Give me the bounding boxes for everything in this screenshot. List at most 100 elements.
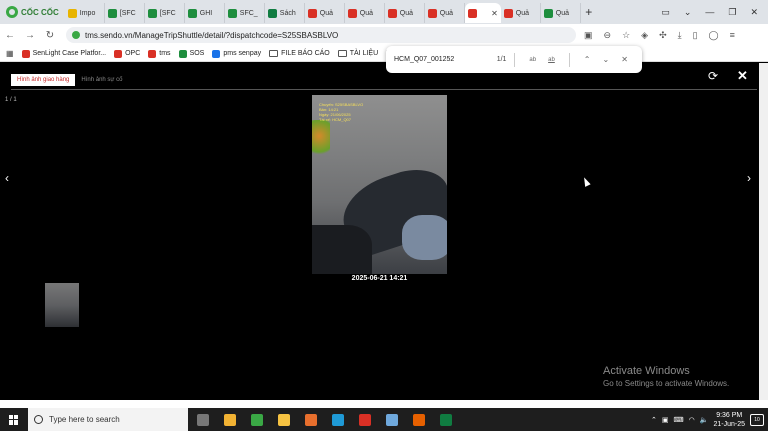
whole-word-toggle[interactable]: ab bbox=[542, 57, 561, 63]
apps-grid-icon[interactable]: ▦ bbox=[6, 49, 14, 58]
address-row: ← → ↻ tms.sendo.vn/ManageTripShuttle/det… bbox=[0, 24, 768, 46]
viewer-tab-divider bbox=[11, 89, 757, 90]
new-tab-button[interactable]: + bbox=[581, 5, 597, 19]
tab-incident-images[interactable]: Hình ảnh sự cố bbox=[75, 74, 128, 86]
tab-label: Quả bbox=[319, 9, 334, 17]
bookmark-favicon-icon bbox=[21, 49, 30, 58]
url-text[interactable]: tms.sendo.vn/ManageTripShuttle/detail/?d… bbox=[85, 31, 338, 40]
find-next-button[interactable]: ⌄ bbox=[597, 55, 616, 64]
download-icon[interactable]: ⤓ bbox=[678, 30, 682, 41]
keyboard-icon[interactable]: ⌨ bbox=[674, 416, 684, 424]
browser-tab[interactable]: ✕ bbox=[464, 3, 501, 23]
restore-button[interactable]: ❐ bbox=[728, 7, 736, 18]
chrome-icon[interactable] bbox=[356, 411, 374, 429]
tab-close-icon[interactable]: ✕ bbox=[491, 9, 498, 18]
zoom-icon[interactable]: ⊖ bbox=[604, 30, 612, 41]
find-close-button[interactable]: ✕ bbox=[615, 55, 634, 64]
sticky-notes-icon[interactable] bbox=[275, 411, 293, 429]
bookmark-label: FILE BÁO CÁO bbox=[281, 50, 330, 57]
bookmark-item[interactable]: SOS bbox=[178, 49, 205, 58]
bookmark-item[interactable]: TÀI LIỆU bbox=[337, 50, 379, 58]
bookmark-item[interactable]: SenLight Case Platfor... bbox=[21, 49, 107, 58]
find-input[interactable]: HCM_Q07_001252 bbox=[394, 56, 488, 63]
page-scrollbar[interactable] bbox=[759, 63, 768, 400]
address-bar[interactable]: tms.sendo.vn/ManageTripShuttle/detail/?d… bbox=[66, 27, 576, 43]
notepad-icon[interactable] bbox=[383, 411, 401, 429]
browser-tab[interactable]: SFC_ bbox=[225, 3, 265, 23]
watermark-subtitle: Go to Settings to activate Windows. bbox=[603, 379, 730, 388]
find-divider bbox=[568, 52, 570, 67]
minimize-button[interactable]: — bbox=[705, 7, 714, 17]
bookmark-item[interactable]: pms senpay bbox=[212, 49, 261, 58]
clock[interactable]: 9:36 PM 21-Jun-25 bbox=[713, 411, 745, 429]
app-icon[interactable] bbox=[302, 411, 320, 429]
bookmark-label: SenLight Case Platfor... bbox=[32, 50, 107, 57]
tab-search-icon[interactable]: ⌄ bbox=[684, 7, 692, 18]
site-info-icon[interactable] bbox=[72, 31, 80, 39]
excel-icon[interactable] bbox=[437, 411, 455, 429]
next-image-icon[interactable]: › bbox=[747, 171, 751, 185]
find-prev-button[interactable]: ⌃ bbox=[578, 55, 597, 64]
browser-tab[interactable]: Quả bbox=[385, 3, 425, 23]
notification-icon[interactable]: 10 bbox=[750, 413, 764, 426]
match-case-toggle[interactable]: ab bbox=[523, 57, 542, 63]
window-close-button[interactable]: ✕ bbox=[750, 7, 758, 18]
viewer-close-icon[interactable]: ✕ bbox=[737, 68, 748, 84]
browser-tab[interactable]: Impo bbox=[65, 3, 105, 23]
file-explorer-icon[interactable] bbox=[221, 411, 239, 429]
coccoc-logo-icon bbox=[6, 6, 18, 18]
menu-icon[interactable]: ≡ bbox=[730, 30, 735, 40]
browser-tab[interactable]: Quả bbox=[305, 3, 345, 23]
bookmark-label: OPC bbox=[125, 50, 141, 57]
back-button[interactable]: ← bbox=[0, 30, 20, 41]
viewer-tabs: Hình ảnh giao hàng Hình ảnh sự cố bbox=[11, 74, 128, 86]
browser-tab[interactable]: Quả bbox=[425, 3, 465, 23]
browser-tab[interactable]: [SFC bbox=[145, 3, 185, 23]
browser-brand[interactable]: CỐC CỐC bbox=[0, 0, 65, 24]
browser-tab[interactable]: [SFC bbox=[105, 3, 145, 23]
taskbar-search[interactable]: Type here to search bbox=[28, 408, 188, 431]
task-view-icon[interactable] bbox=[194, 411, 212, 429]
mouse-cursor-icon bbox=[581, 176, 591, 187]
volume-icon[interactable]: 🔈 bbox=[700, 416, 709, 424]
bookmark-item[interactable]: OPC bbox=[114, 49, 141, 58]
edge-icon[interactable] bbox=[329, 411, 347, 429]
start-button[interactable] bbox=[0, 414, 28, 425]
browser-tab[interactable]: Quả bbox=[541, 3, 581, 23]
profile-icon[interactable]: ◯ bbox=[709, 30, 719, 41]
bookmark-label: TÀI LIỆU bbox=[349, 50, 379, 57]
tab-label: Quả bbox=[399, 9, 414, 17]
tab-favicon-icon bbox=[307, 8, 317, 18]
browser-tab[interactable]: GHI bbox=[185, 3, 225, 23]
coccoc-icon[interactable] bbox=[248, 411, 266, 429]
tab-favicon-icon bbox=[267, 8, 277, 18]
prev-image-icon[interactable]: ‹ bbox=[5, 171, 9, 185]
extensions-icon[interactable]: ✣ bbox=[659, 30, 667, 41]
photo-thumbnail[interactable] bbox=[45, 283, 79, 327]
sidebar-icon[interactable]: ▯ bbox=[693, 30, 698, 41]
watermark-title: Activate Windows bbox=[603, 365, 690, 377]
bookmark-star-icon[interactable]: ☆ bbox=[622, 30, 630, 41]
reload-button[interactable]: ↻ bbox=[40, 30, 60, 41]
bookmark-label: SOS bbox=[189, 50, 205, 57]
delivery-photo[interactable]: Chuyến: S25SBASBLVO Bản: 14:21 Ngày: 21/… bbox=[312, 95, 447, 274]
tray-app-icon[interactable]: ▣ bbox=[662, 416, 669, 424]
screenshot-icon[interactable]: ▣ bbox=[584, 30, 593, 41]
shield-icon[interactable]: ◈ bbox=[641, 30, 648, 41]
browser-tab[interactable]: Sách bbox=[265, 3, 305, 23]
rotate-icon[interactable]: ⟳ bbox=[708, 69, 722, 83]
firefox-icon[interactable] bbox=[410, 411, 428, 429]
browser-tab[interactable]: Quả bbox=[501, 3, 541, 23]
wifi-icon[interactable]: ◠ bbox=[689, 416, 695, 424]
tab-label: Quả bbox=[439, 9, 454, 17]
page-footer-strip bbox=[0, 400, 768, 408]
bookmark-item[interactable]: FILE BÁO CÁO bbox=[269, 50, 330, 58]
taskbar-search-placeholder[interactable]: Type here to search bbox=[49, 415, 120, 424]
sidebar-toggle-icon[interactable]: ▭ bbox=[661, 7, 670, 18]
bookmark-item[interactable]: tms bbox=[148, 49, 171, 58]
tray-chevron-icon[interactable]: ⌃ bbox=[651, 416, 657, 424]
browser-brand-label: CỐC CỐC bbox=[21, 7, 59, 17]
tab-delivery-images[interactable]: Hình ảnh giao hàng bbox=[11, 74, 76, 86]
browser-tab[interactable]: Quả bbox=[345, 3, 385, 23]
forward-button[interactable]: → bbox=[20, 30, 40, 41]
